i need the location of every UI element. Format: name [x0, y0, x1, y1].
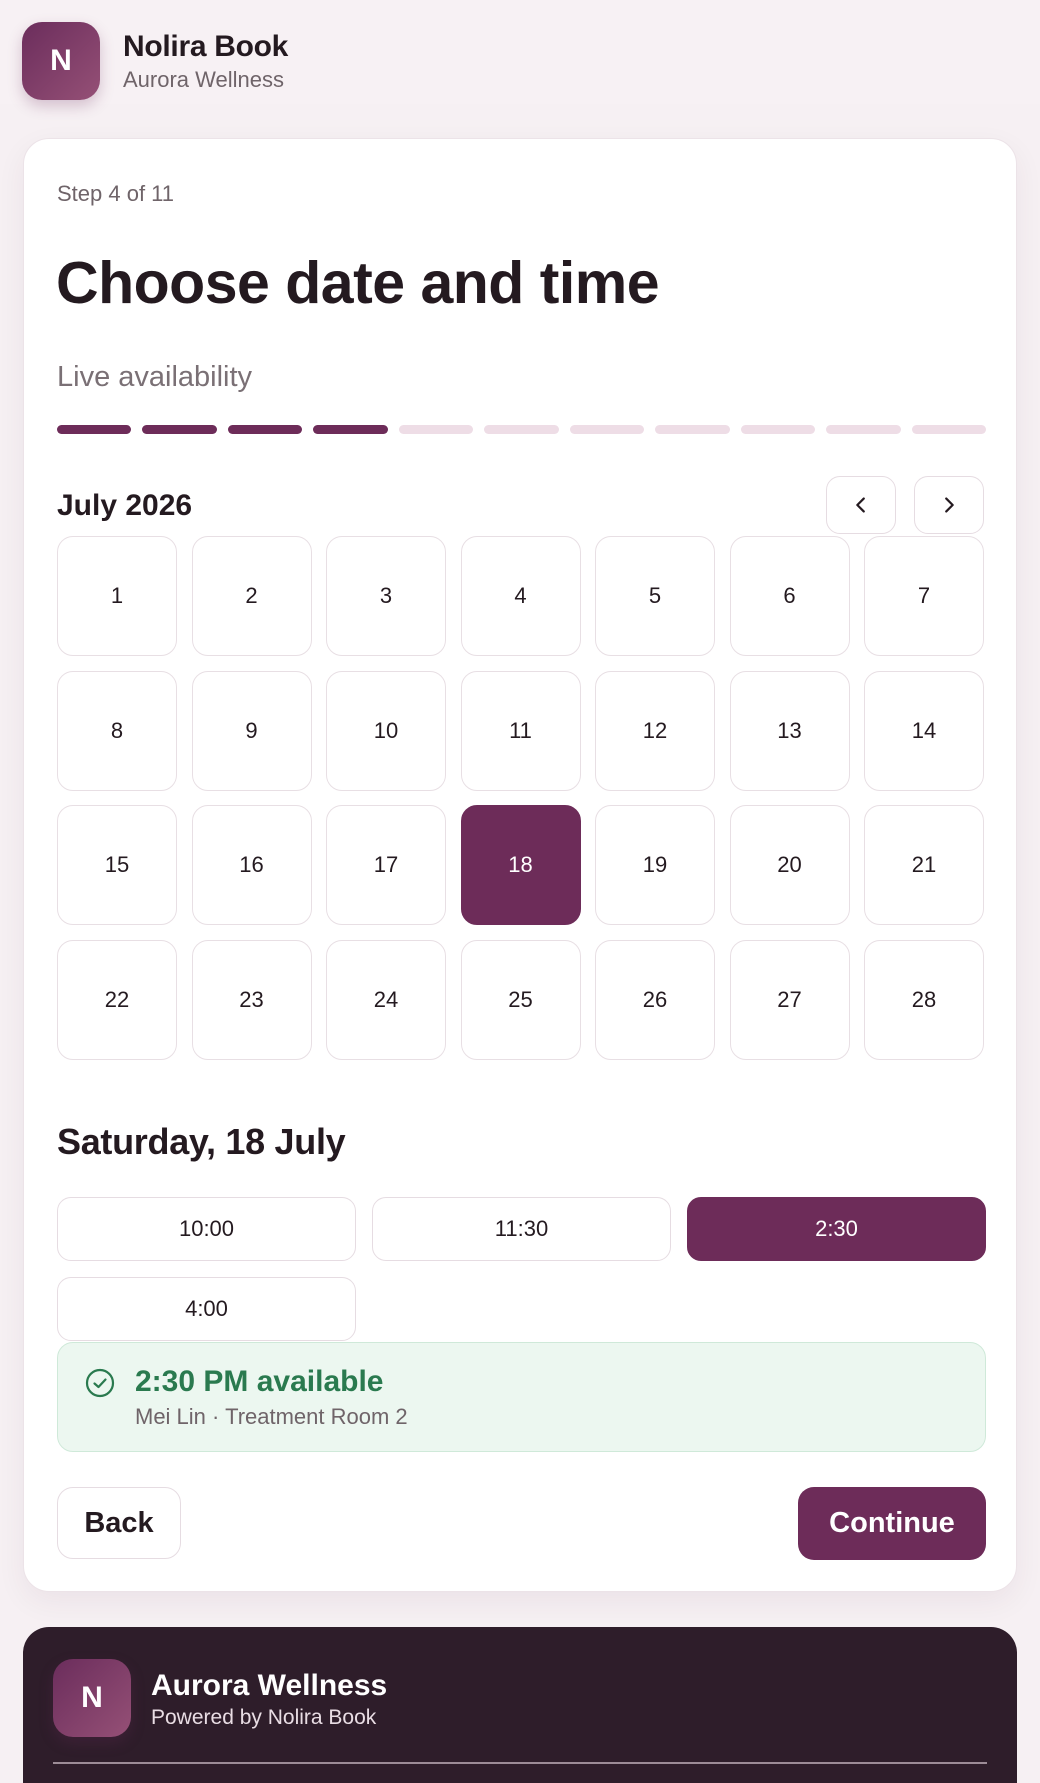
step-indicator: Step 4 of 11: [57, 181, 175, 206]
back-button[interactable]: Back: [57, 1487, 181, 1559]
calendar-day[interactable]: 24: [326, 939, 446, 1060]
app-name: Nolira Book: [123, 30, 289, 63]
timeslot-button[interactable]: 2:30: [687, 1197, 986, 1261]
footer-logo-letter: N: [81, 1681, 103, 1714]
availability-banner: 2:30 PM available Mei Lin · Treatment Ro…: [57, 1342, 986, 1452]
calendar-day[interactable]: 4: [460, 536, 581, 656]
calendar-day[interactable]: 25: [460, 939, 581, 1060]
brand-logo: N: [22, 22, 100, 100]
progress-segment: [484, 425, 559, 434]
progress-segment: [313, 425, 388, 434]
calendar-day[interactable]: 9: [191, 670, 312, 791]
site-footer: N Aurora Wellness Powered by Nolira Book: [23, 1627, 1017, 1783]
page-title: Choose date and time: [56, 250, 660, 316]
calendar-day[interactable]: 5: [595, 536, 715, 656]
progress-segment: [911, 425, 986, 434]
calendar-day[interactable]: 2: [191, 536, 312, 656]
calendar-day[interactable]: 20: [729, 805, 850, 925]
chevron-right-icon: [945, 497, 954, 513]
progress-segment: [569, 425, 645, 434]
calendar-day[interactable]: 17: [326, 805, 446, 925]
chevron-left-icon: [856, 497, 865, 513]
progress-segment: [740, 425, 816, 434]
calendar-day[interactable]: 22: [57, 939, 177, 1060]
footer-business-name: Aurora Wellness: [151, 1669, 388, 1702]
calendar-day[interactable]: 15: [57, 805, 177, 925]
calendar-grid: 1 2 3 4 5 6 7 8 9 10 11 12 13 14 15 16 17 18 19 20 21 22 23 24 2…: [57, 536, 986, 1060]
calendar-day[interactable]: 27: [729, 939, 850, 1060]
calendar-day[interactable]: 1: [57, 536, 177, 656]
calendar-day[interactable]: 12: [595, 670, 715, 791]
calendar-day[interactable]: 26: [595, 939, 715, 1060]
progress-segment: [398, 425, 474, 434]
calendar-day[interactable]: 16: [191, 805, 312, 925]
calendar-day[interactable]: 13: [729, 670, 850, 791]
progress-segment: [57, 425, 132, 434]
calendar-day[interactable]: 28: [864, 939, 984, 1060]
progress-segment: [826, 425, 901, 434]
timeslot-button[interactable]: 4:00: [57, 1277, 356, 1341]
check-circle-icon: [85, 1368, 115, 1398]
calendar-month-label: July 2026: [57, 489, 193, 522]
footer-logo: N: [53, 1659, 131, 1737]
continue-button[interactable]: Continue: [798, 1487, 986, 1560]
footer-powered-by: Powered by Nolira Book: [151, 1706, 377, 1729]
calendar-day[interactable]: 18: [460, 805, 581, 925]
step-progress-bar: [57, 425, 986, 434]
calendar-day[interactable]: 6: [729, 536, 850, 656]
selected-date-heading: Saturday, 18 July: [57, 1121, 346, 1162]
availability-detail: Mei Lin · Treatment Room 2: [135, 1404, 408, 1429]
calendar-day[interactable]: 7: [864, 536, 984, 656]
prev-month-button[interactable]: [826, 476, 896, 534]
footer-divider: [53, 1762, 987, 1764]
calendar-day[interactable]: 8: [57, 670, 177, 791]
calendar-day[interactable]: 10: [326, 670, 446, 791]
timeslot-button[interactable]: 11:30: [372, 1197, 671, 1261]
timeslot-button[interactable]: 10:00: [57, 1197, 356, 1261]
progress-segment: [227, 425, 303, 434]
booking-card: Step 4 of 11 Choose date and time Live a…: [23, 138, 1017, 1592]
availability-title: 2:30 PM available: [135, 1365, 384, 1398]
app-header: N Nolira Book Aurora Wellness: [0, 0, 1040, 104]
brand-logo-letter: N: [50, 44, 72, 77]
calendar-day[interactable]: 11: [460, 670, 581, 791]
progress-segment: [142, 425, 217, 434]
page-subtitle: Live availability: [57, 361, 253, 393]
calendar-day[interactable]: 19: [595, 805, 715, 925]
calendar-day[interactable]: 21: [864, 805, 984, 925]
calendar-day[interactable]: 23: [191, 939, 312, 1060]
business-name: Aurora Wellness: [123, 67, 284, 92]
progress-segment: [655, 425, 730, 434]
next-month-button[interactable]: [914, 476, 984, 534]
calendar-day[interactable]: 3: [326, 536, 446, 656]
calendar-day[interactable]: 14: [864, 670, 984, 791]
